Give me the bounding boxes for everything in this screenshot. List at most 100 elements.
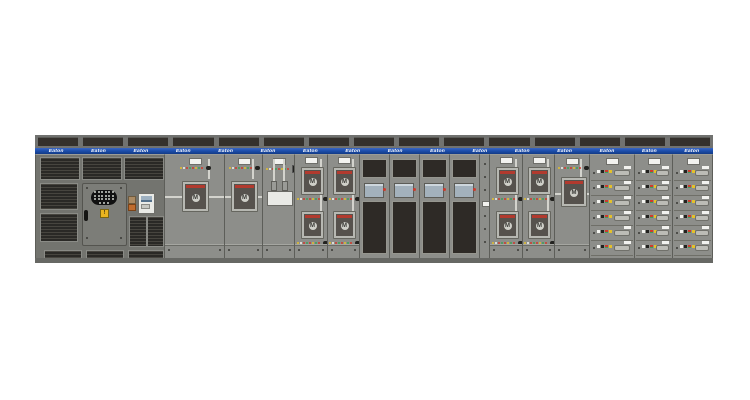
indicator-light [561, 167, 563, 169]
indicator-light [341, 198, 343, 200]
indicator-light-cluster [524, 197, 555, 201]
breaker-operating-handle [695, 230, 709, 236]
pushbutton-dot [108, 198, 110, 200]
indicator-light [609, 215, 612, 218]
indicator-light [189, 167, 191, 169]
meter-keypad [141, 204, 150, 209]
roof-vent-slot [489, 137, 529, 146]
roof-vent-slot [399, 137, 439, 146]
green-light [605, 217, 608, 219]
tie-breaker-section: M [555, 154, 590, 258]
red-green-indicator [605, 245, 608, 248]
indicator-light-cluster [297, 197, 328, 201]
bottom-cover-plate [328, 244, 359, 258]
indicator-light [306, 198, 308, 200]
indicator-light [646, 200, 649, 203]
indicator-light [350, 198, 352, 200]
circuit-label [662, 211, 669, 214]
indicator-light [579, 167, 581, 169]
feeder-unit-row [674, 180, 711, 196]
green-light [688, 247, 691, 249]
indicator-light [609, 185, 612, 188]
red-green-indicator [605, 200, 608, 203]
breaker-label-strip [565, 181, 583, 184]
circuit-label [662, 181, 669, 184]
mimic-bus-line [283, 159, 285, 181]
pushbutton-dot [101, 195, 103, 197]
drive-door [422, 157, 447, 256]
indicator-light [609, 170, 612, 173]
indicator-light [684, 215, 687, 218]
section-nameplate [648, 158, 661, 165]
roof-vent-slot [83, 137, 123, 146]
unit-latch [676, 217, 678, 219]
indicator-light [183, 167, 185, 169]
section-nameplate [687, 158, 700, 165]
section-nameplate [189, 158, 202, 165]
indicator-light [680, 200, 683, 203]
feeder-indicator-cluster [642, 185, 657, 188]
feeder-unit-row [636, 210, 671, 226]
red-green-indicator [688, 215, 691, 218]
screw [266, 249, 268, 251]
screw [549, 249, 551, 251]
indicator-light [201, 167, 203, 169]
green-light [688, 172, 691, 174]
drive-vent-panel [362, 159, 387, 178]
indicator-light [642, 215, 645, 218]
feeder-breaker-section-1: MM [295, 154, 328, 258]
breaker-mimic-glyph: M [504, 178, 512, 186]
green-light [650, 202, 653, 204]
hmi-status-led [383, 188, 386, 191]
indicator-light [533, 198, 535, 200]
green-light [650, 232, 653, 234]
product-image-canvas: EatonEatonEatonEatonEatonEatonEatonEaton… [0, 0, 750, 400]
distribution-panel-1 [590, 154, 635, 258]
feeder-indicator-cluster [642, 215, 657, 218]
hmi-screen [394, 183, 414, 198]
indicator-light [646, 170, 649, 173]
hinge-dot [484, 176, 486, 178]
brand-wordmark: Eaton [557, 149, 572, 154]
indicator-light [492, 198, 494, 200]
unit-latch [638, 232, 640, 234]
air-circuit-breaker: M [231, 181, 258, 212]
breaker-faceplate: M [336, 170, 353, 192]
main-breaker-section-2: M [225, 154, 263, 258]
breaker-label-strip [500, 215, 515, 218]
indicator-light [539, 198, 541, 200]
indicator-light [344, 198, 346, 200]
feeder-indicator-cluster [597, 170, 612, 173]
indicator-light [278, 168, 280, 170]
brand-wordmark: Eaton [303, 149, 318, 154]
feeder-unit-row [674, 225, 711, 241]
breaker-mimic-glyph: M [341, 222, 349, 230]
metering-section [263, 154, 295, 258]
breaker-faceplate: M [234, 184, 255, 209]
section-nameplate [606, 158, 619, 165]
indicator-light [573, 167, 575, 169]
pushbutton-dot [98, 195, 100, 197]
distribution-panel-2 [635, 154, 673, 258]
ventilation-louver [40, 213, 78, 242]
red-green-indicator [605, 230, 608, 233]
feeder-unit-row [674, 210, 711, 226]
feeder-indicator-cluster [642, 230, 657, 233]
breaker-faceplate: M [336, 214, 353, 236]
screw [526, 249, 528, 251]
red-green-indicator [650, 200, 653, 203]
circuit-label [624, 196, 631, 199]
green-light [688, 217, 691, 219]
feeder-breaker-section-3: MM [490, 154, 523, 258]
unit-latch [593, 232, 595, 234]
indicator-light [266, 168, 268, 170]
breaker-label-strip [337, 171, 352, 174]
screw [331, 249, 333, 251]
circuit-label [702, 166, 709, 169]
roof-vent-slot [309, 137, 349, 146]
drive-lower-door [452, 201, 477, 254]
brand-wordmark: Eaton [515, 149, 530, 154]
roof-vent-slot [625, 137, 665, 146]
indicator-light [642, 245, 645, 248]
indicator-light [315, 198, 317, 200]
